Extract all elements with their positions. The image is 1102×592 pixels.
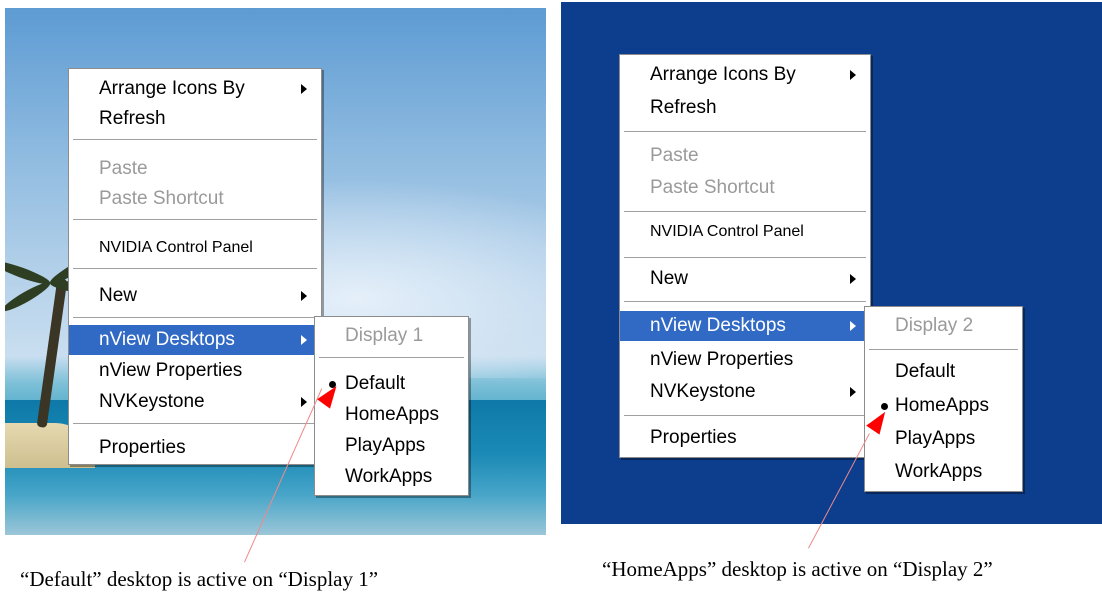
menu-item-nview-desktops[interactable]: nView Desktops xyxy=(620,311,870,341)
submenu-arrow-icon xyxy=(301,335,307,345)
menu-item-label: nView Properties xyxy=(99,360,243,381)
menu-separator xyxy=(73,139,317,140)
menu-item-nvkeystone[interactable]: NVKeystone xyxy=(620,377,870,407)
submenu-item-default[interactable]: Default xyxy=(865,357,1022,387)
context-menu: Arrange Icons By Refresh Paste Paste Sho… xyxy=(619,54,871,458)
menu-item-nvidia-control-panel[interactable]: NVIDIA Control Panel xyxy=(69,233,321,263)
menu-separator xyxy=(319,357,464,358)
desktop-screenshot-2: Arrange Icons By Refresh Paste Paste Sho… xyxy=(561,2,1102,524)
menu-item-paste[interactable]: Paste xyxy=(620,141,870,171)
submenu-arrow-icon xyxy=(301,291,307,301)
menu-item-label: Paste Shortcut xyxy=(99,188,224,209)
submenu-item-homeapps[interactable]: HomeApps xyxy=(315,400,468,430)
submenu-item-label: WorkApps xyxy=(895,461,983,482)
menu-item-arrange-icons-by[interactable]: Arrange Icons By xyxy=(620,60,870,90)
menu-item-new[interactable]: New xyxy=(69,281,321,311)
menu-item-label: Paste Shortcut xyxy=(650,177,775,198)
menu-separator xyxy=(73,317,317,318)
submenu-item-playapps[interactable]: PlayApps xyxy=(315,431,468,461)
menu-item-label: NVKeystone xyxy=(99,391,205,412)
submenu-item-label: PlayApps xyxy=(895,428,976,449)
menu-separator xyxy=(73,268,317,269)
submenu-item-label: Default xyxy=(345,373,406,394)
menu-separator xyxy=(624,301,866,302)
submenu-item-playapps[interactable]: PlayApps xyxy=(865,424,1022,454)
menu-item-properties[interactable]: Properties xyxy=(620,423,870,453)
menu-item-refresh[interactable]: Refresh xyxy=(69,104,321,134)
submenu-arrow-icon xyxy=(850,70,856,80)
menu-item-label: Properties xyxy=(99,437,186,458)
submenu-arrow-icon xyxy=(850,387,856,397)
menu-item-arrange-icons-by[interactable]: Arrange Icons By xyxy=(69,74,321,104)
context-menu: Arrange Icons By Refresh Paste Paste Sho… xyxy=(68,68,322,465)
menu-item-label: Refresh xyxy=(650,97,717,118)
menu-item-nview-desktops[interactable]: nView Desktops xyxy=(69,325,321,355)
menu-item-new[interactable]: New xyxy=(620,264,870,294)
menu-separator xyxy=(73,423,317,424)
submenu-item-label: HomeApps xyxy=(345,404,439,425)
menu-item-paste-shortcut[interactable]: Paste Shortcut xyxy=(620,173,870,203)
submenu-arrow-icon xyxy=(301,84,307,94)
menu-item-label: nView Desktops xyxy=(650,315,786,336)
submenu-item-label: HomeApps xyxy=(895,395,989,416)
menu-item-nvidia-control-panel[interactable]: NVIDIA Control Panel xyxy=(620,217,870,247)
nview-desktops-submenu: Display 2 Default HomeApps PlayApps Work… xyxy=(864,306,1023,492)
menu-item-label: Properties xyxy=(650,427,737,448)
submenu-item-label: PlayApps xyxy=(345,435,426,456)
desktop-screenshot-1: Arrange Icons By Refresh Paste Paste Sho… xyxy=(5,8,546,535)
menu-item-nvkeystone[interactable]: NVKeystone xyxy=(69,387,321,417)
menu-item-label: Paste xyxy=(650,145,699,166)
menu-item-label: Refresh xyxy=(99,108,166,129)
submenu-item-workapps[interactable]: WorkApps xyxy=(865,457,1022,487)
caption-left: “Default” desktop is active on “Display … xyxy=(20,567,379,591)
submenu-header-display: Display 2 xyxy=(865,311,1022,341)
menu-item-label: nView Desktops xyxy=(99,329,235,350)
menu-separator xyxy=(869,349,1018,350)
submenu-arrow-icon xyxy=(850,274,856,284)
menu-item-label: Arrange Icons By xyxy=(650,64,796,85)
menu-separator xyxy=(624,211,866,212)
submenu-item-workapps[interactable]: WorkApps xyxy=(315,462,468,492)
menu-item-refresh[interactable]: Refresh xyxy=(620,93,870,123)
menu-item-label: New xyxy=(99,285,138,306)
menu-item-nview-properties[interactable]: nView Properties xyxy=(69,356,321,386)
submenu-header-label: Display 2 xyxy=(895,315,974,336)
menu-item-paste-shortcut[interactable]: Paste Shortcut xyxy=(69,184,321,214)
menu-item-paste[interactable]: Paste xyxy=(69,154,321,184)
submenu-header-label: Display 1 xyxy=(345,325,424,346)
menu-item-label: nView Properties xyxy=(650,349,794,370)
menu-item-label: NVIDIA Control Panel xyxy=(650,223,804,240)
caption-right: “HomeApps” desktop is active on “Display… xyxy=(602,557,993,581)
menu-item-label: New xyxy=(650,268,689,289)
menu-separator xyxy=(624,131,866,132)
submenu-item-label: WorkApps xyxy=(345,466,433,487)
submenu-arrow-icon xyxy=(301,397,307,407)
submenu-item-label: Default xyxy=(895,361,956,382)
menu-separator xyxy=(73,219,317,220)
menu-item-label: NVIDIA Control Panel xyxy=(99,239,253,256)
nview-desktops-submenu: Display 1 Default HomeApps PlayApps Work… xyxy=(314,316,469,496)
menu-item-label: NVKeystone xyxy=(650,381,756,402)
menu-separator xyxy=(624,415,866,416)
menu-item-label: Paste xyxy=(99,158,148,179)
menu-item-properties[interactable]: Properties xyxy=(69,433,321,463)
menu-item-label: Arrange Icons By xyxy=(99,78,245,99)
menu-separator xyxy=(624,257,866,258)
submenu-header-display: Display 1 xyxy=(315,321,468,351)
menu-item-nview-properties[interactable]: nView Properties xyxy=(620,345,870,375)
submenu-arrow-icon xyxy=(850,321,856,331)
